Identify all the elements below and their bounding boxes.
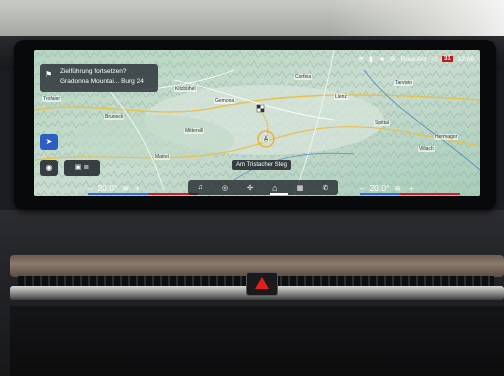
driver-climate-control: – 20.0° ≋ + <box>88 180 198 196</box>
hazard-icon <box>255 277 269 289</box>
passenger-climate-control: – 20.0° ≋ + <box>360 180 460 196</box>
map-place-label: Mittersill <box>184 128 205 134</box>
home-icon[interactable]: ⌂ <box>272 183 277 193</box>
media-icon[interactable]: ◎ <box>222 184 228 192</box>
temp-down-button[interactable]: – <box>360 184 364 193</box>
map-place-label: Spittal <box>374 120 390 126</box>
map-place-label: Kitzbühel <box>174 86 197 92</box>
flag-icon: ⚑ <box>45 70 53 79</box>
map-place-label: Villach <box>418 146 435 152</box>
status-bar: ≋ ▮ ◄ ⊚ Rock Ant ◁ 31 12:06 <box>358 52 474 66</box>
map-place-label: Gemona <box>214 98 236 104</box>
seat-heating-icon[interactable]: ≋ <box>394 184 401 193</box>
temperature-bar <box>88 193 198 195</box>
map-place-label: Cortina <box>294 74 313 80</box>
center-console <box>10 306 504 376</box>
car-icon: ▣ <box>74 164 82 171</box>
fan-icon[interactable]: ✣ <box>247 184 253 192</box>
hazard-button[interactable] <box>246 272 278 296</box>
passenger-temperature[interactable]: 20.0° <box>369 183 389 193</box>
compass-icon: ◉ <box>45 163 53 172</box>
mute-icon: ◁ <box>431 55 438 63</box>
media-source: Rock Ant <box>400 55 427 63</box>
calendar-icon[interactable]: 31 <box>442 56 453 62</box>
map-place-label: Bruneck <box>104 114 125 120</box>
map-place-label: Matrei <box>154 154 170 160</box>
battery-icon: ▮ <box>368 55 373 63</box>
temp-down-button[interactable]: – <box>88 184 92 193</box>
bottom-dock: ♫ ◎ ✣ ⌂ ▦ ✆ <box>188 180 338 195</box>
clock: 12:06 <box>457 55 474 63</box>
map-layers-button[interactable]: ➤ <box>40 134 58 150</box>
home-indicator <box>270 193 288 195</box>
map-place-label: Tarvisio <box>394 80 413 86</box>
map-options-button[interactable]: ▣ ≣ <box>64 160 100 176</box>
compass-button[interactable]: ◉ <box>40 160 58 176</box>
current-road-label: Am Tristacher Steg <box>232 160 292 170</box>
phone-icon[interactable]: ✆ <box>322 184 328 192</box>
car-interior-photo: Trofaier Kitzbühel Mittersill Matrei Lie… <box>0 0 504 376</box>
resume-guidance-card[interactable]: ⚑ Zielführung fortsetzen? Gradonna Mount… <box>40 64 158 92</box>
signal-icon: ≋ <box>358 55 364 63</box>
radio-icon: ⊚ <box>389 55 396 63</box>
list-icon: ≣ <box>83 164 90 171</box>
driver-temperature[interactable]: 20.0° <box>97 183 117 193</box>
destination-address: Gradonna Mountai... Burg 24 <box>60 78 144 85</box>
resume-question: Zielführung fortsetzen? <box>60 68 127 75</box>
infotainment-screen: Trofaier Kitzbühel Mittersill Matrei Lie… <box>34 50 480 196</box>
seat-heating-icon[interactable]: ≋ <box>122 184 129 193</box>
map-place-label: Trofaier <box>42 96 62 102</box>
music-icon[interactable]: ♫ <box>198 184 203 191</box>
temp-up-button[interactable]: + <box>135 184 140 193</box>
destination-flag-icon <box>256 104 265 113</box>
temperature-bar <box>360 193 460 195</box>
volume-icon: ◄ <box>377 55 385 63</box>
map-place-label: Hermagor <box>434 134 459 140</box>
map-place-label: Lienz <box>334 94 348 100</box>
temp-up-button[interactable]: + <box>409 184 414 193</box>
navigation-arrow-icon: ➤ <box>45 137 53 146</box>
apps-icon[interactable]: ▦ <box>297 184 304 192</box>
